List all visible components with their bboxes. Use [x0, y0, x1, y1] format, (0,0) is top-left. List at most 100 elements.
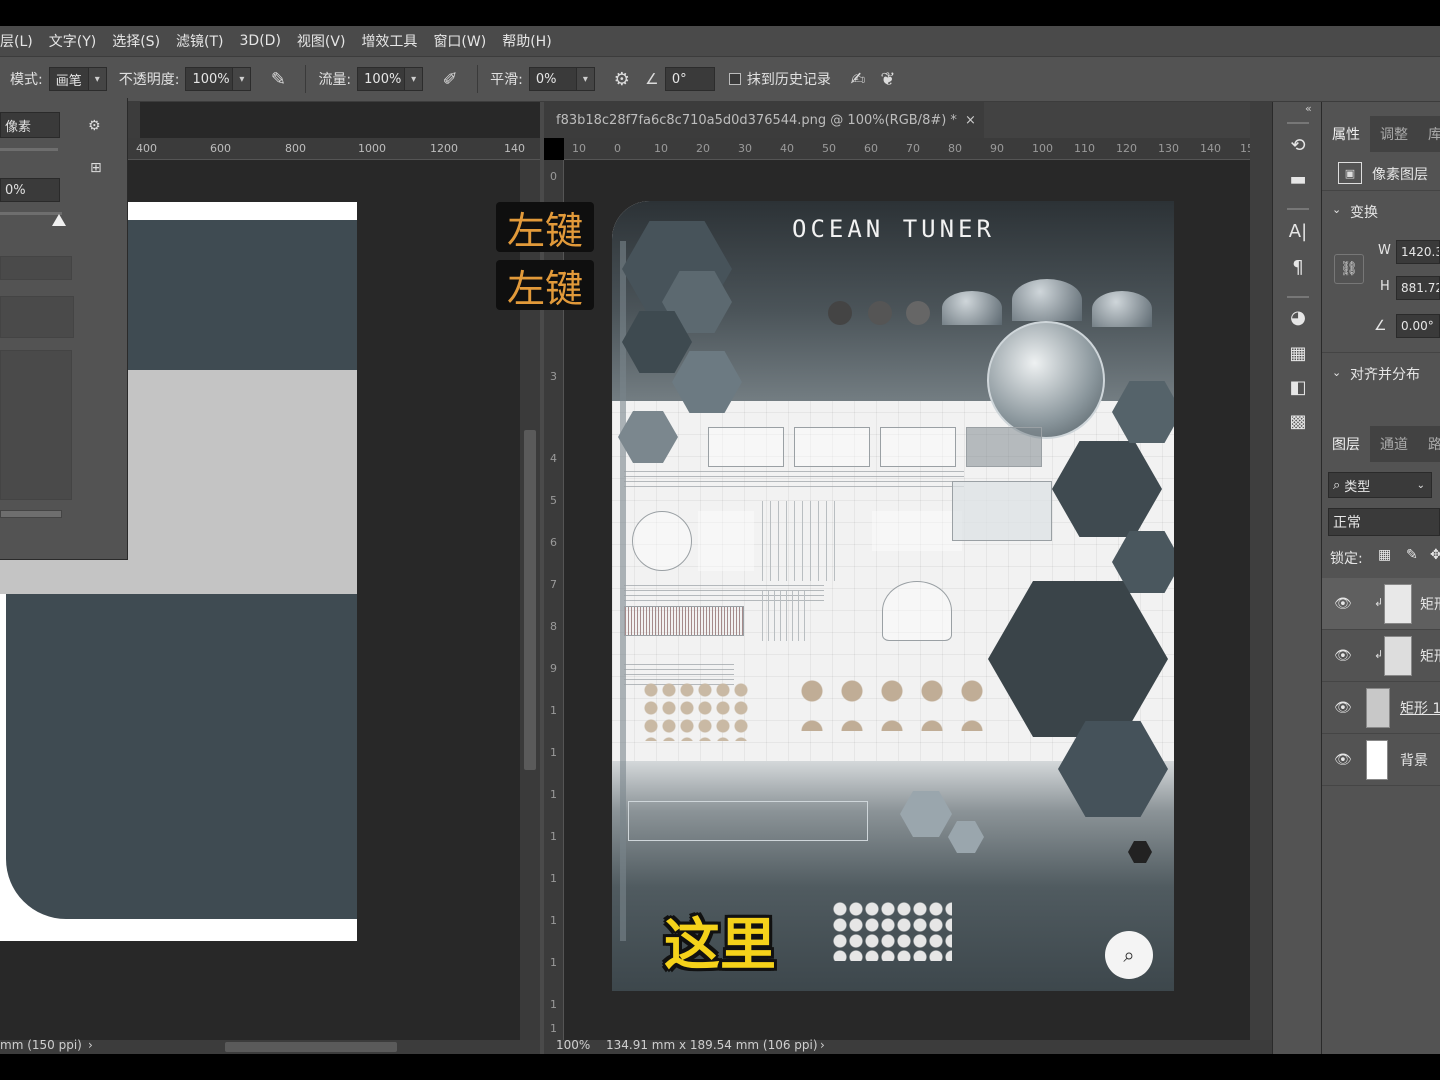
layer-name[interactable]: 矩形: [1420, 646, 1440, 666]
menu-help[interactable]: 帮助(H): [494, 31, 559, 51]
tab-properties[interactable]: 属性: [1322, 116, 1370, 152]
chevron-down-icon[interactable]: ▾: [233, 67, 252, 91]
panel-field-block[interactable]: [0, 296, 74, 338]
layer-row[interactable]: 👁 ↲ 矩形: [1322, 630, 1440, 682]
collapse-icon[interactable]: «: [1305, 102, 1312, 115]
align-section-label[interactable]: 对齐并分布: [1350, 364, 1420, 384]
character-icon[interactable]: A|: [1285, 218, 1311, 244]
document-tab[interactable]: f83b18c28f7fa6c8c710a5d0d376544.png @ 10…: [544, 102, 984, 138]
menu-select[interactable]: 选择(S): [104, 31, 168, 51]
eye-icon[interactable]: 👁: [1334, 596, 1352, 612]
layer-row[interactable]: 👁 矩形 1: [1322, 682, 1440, 734]
menu-window[interactable]: 窗口(W): [425, 31, 494, 51]
layer-name[interactable]: 矩形 1: [1400, 698, 1440, 718]
menu-layer[interactable]: 层(L): [0, 31, 41, 51]
airbrush-icon[interactable]: ✐: [437, 66, 463, 92]
ruler-tick: 400: [136, 142, 157, 155]
angle-input[interactable]: 0°: [664, 67, 715, 91]
palette-icon[interactable]: ◕: [1285, 304, 1311, 330]
poster-section-line: [628, 801, 868, 841]
percent-field[interactable]: 0%: [0, 178, 60, 202]
layer-row[interactable]: 👁 ↲ 矩形: [1322, 578, 1440, 630]
close-icon[interactable]: ×: [965, 113, 976, 128]
chevron-right-icon[interactable]: ›: [88, 1038, 93, 1052]
layer-row[interactable]: 👁 背景: [1322, 734, 1440, 786]
left-document-tab[interactable]: [128, 102, 140, 138]
patterns-icon[interactable]: ▩: [1285, 408, 1311, 434]
panel-field-block[interactable]: [0, 256, 72, 280]
panel-grip[interactable]: [1287, 296, 1309, 298]
gear-icon[interactable]: ⚙: [88, 118, 101, 134]
pressure-opacity-icon[interactable]: ✎: [265, 66, 291, 92]
unit-field[interactable]: 像素: [0, 112, 60, 138]
tab-paths[interactable]: 路径: [1418, 426, 1440, 462]
blend-mode-select[interactable]: 正常: [1328, 508, 1440, 536]
left-scrollbar-thumb[interactable]: [524, 430, 536, 770]
opacity-input[interactable]: 100%: [185, 67, 234, 91]
lock-position-icon[interactable]: ✥: [1430, 547, 1440, 563]
lock-transparency-icon[interactable]: ▦: [1378, 547, 1391, 563]
layer-name[interactable]: 背景: [1400, 750, 1428, 770]
ruler-tick: 0: [614, 142, 621, 155]
transform-section-label[interactable]: 变换: [1350, 202, 1378, 222]
symmetry-icon[interactable]: ❦: [875, 66, 901, 92]
ruler-tick: 1200: [430, 142, 458, 155]
menu-3d[interactable]: 3D(D): [232, 33, 289, 49]
rotation-input[interactable]: 0.00°: [1396, 314, 1440, 338]
chevron-down-icon[interactable]: ⌄: [1332, 203, 1341, 216]
tab-channels[interactable]: 通道: [1370, 426, 1418, 462]
mode-label: 模式:: [10, 72, 43, 88]
width-input[interactable]: 1420.3: [1396, 240, 1440, 264]
chevron-down-icon[interactable]: ▾: [576, 67, 595, 91]
layer-name[interactable]: 矩形: [1420, 594, 1440, 614]
layer-thumbnail: [1366, 740, 1388, 780]
zoom-lens-icon[interactable]: ⌕: [1105, 931, 1153, 979]
flow-input[interactable]: 100%: [357, 67, 406, 91]
history-icon[interactable]: ⟲: [1285, 132, 1311, 158]
ruler-tick: 80: [948, 142, 962, 155]
menu-type[interactable]: 文字(Y): [41, 31, 104, 51]
tab-layers[interactable]: 图层: [1322, 426, 1370, 462]
height-input[interactable]: 881.72: [1396, 276, 1440, 300]
menu-filter[interactable]: 滤镜(T): [168, 31, 231, 51]
pressure-size-icon[interactable]: ✍: [845, 66, 871, 92]
ruler-tick: 10: [654, 142, 668, 155]
tab-libraries[interactable]: 库: [1418, 116, 1440, 152]
link-icon[interactable]: ⛓: [1334, 254, 1364, 284]
lock-pixels-icon[interactable]: ✎: [1406, 547, 1418, 563]
menu-bar: 层(L) 文字(Y) 选择(S) 滤镜(T) 3D(D) 视图(V) 增效工具 …: [0, 26, 1440, 56]
add-preset-icon[interactable]: ⊞: [90, 160, 102, 176]
history-checkbox[interactable]: [728, 73, 741, 85]
swatches-icon[interactable]: ▦: [1285, 340, 1311, 366]
left-horizontal-scrollbar[interactable]: [225, 1042, 397, 1052]
mode-select[interactable]: 画笔: [48, 67, 89, 91]
panel-slider-knob[interactable]: [52, 214, 66, 226]
chevron-right-icon[interactable]: ›: [820, 1038, 825, 1052]
panel-grip[interactable]: [1287, 122, 1309, 124]
eye-icon[interactable]: 👁: [1334, 648, 1352, 664]
layer-thumbnail: [1384, 636, 1412, 676]
ruler-tick: 7: [550, 578, 557, 591]
poster-image[interactable]: OCEAN TUNER ⌕: [612, 201, 1174, 991]
chevron-down-icon[interactable]: ⌄: [1332, 366, 1341, 379]
chevron-down-icon[interactable]: ▾: [88, 67, 107, 91]
eye-icon[interactable]: 👁: [1334, 700, 1352, 716]
ruler-tick: 0: [550, 170, 557, 183]
layer-thumbnail: [1384, 584, 1412, 624]
gear-icon[interactable]: ⚙: [609, 66, 635, 92]
paragraph-icon[interactable]: ¶: [1285, 254, 1311, 280]
tab-adjustments[interactable]: 调整: [1370, 116, 1418, 152]
clip-arrow-icon: ↲: [1374, 648, 1384, 661]
menu-view[interactable]: 视图(V): [289, 31, 354, 51]
comment-icon[interactable]: ▬: [1285, 166, 1311, 192]
eye-icon[interactable]: 👁: [1334, 752, 1352, 768]
chevron-down-icon[interactable]: ▾: [405, 67, 424, 91]
menu-plugins[interactable]: 增效工具: [353, 31, 425, 51]
poster-diagram: [762, 591, 808, 641]
zoom-level[interactable]: 100%: [556, 1038, 590, 1052]
layer-filter-select[interactable]: ⌕ 类型 ⌄: [1328, 472, 1432, 498]
poster-radial-diagram: [632, 511, 692, 571]
panel-grip[interactable]: [1287, 208, 1309, 210]
smooth-input[interactable]: 0%: [528, 67, 577, 91]
gradient-icon[interactable]: ◧: [1285, 374, 1311, 400]
